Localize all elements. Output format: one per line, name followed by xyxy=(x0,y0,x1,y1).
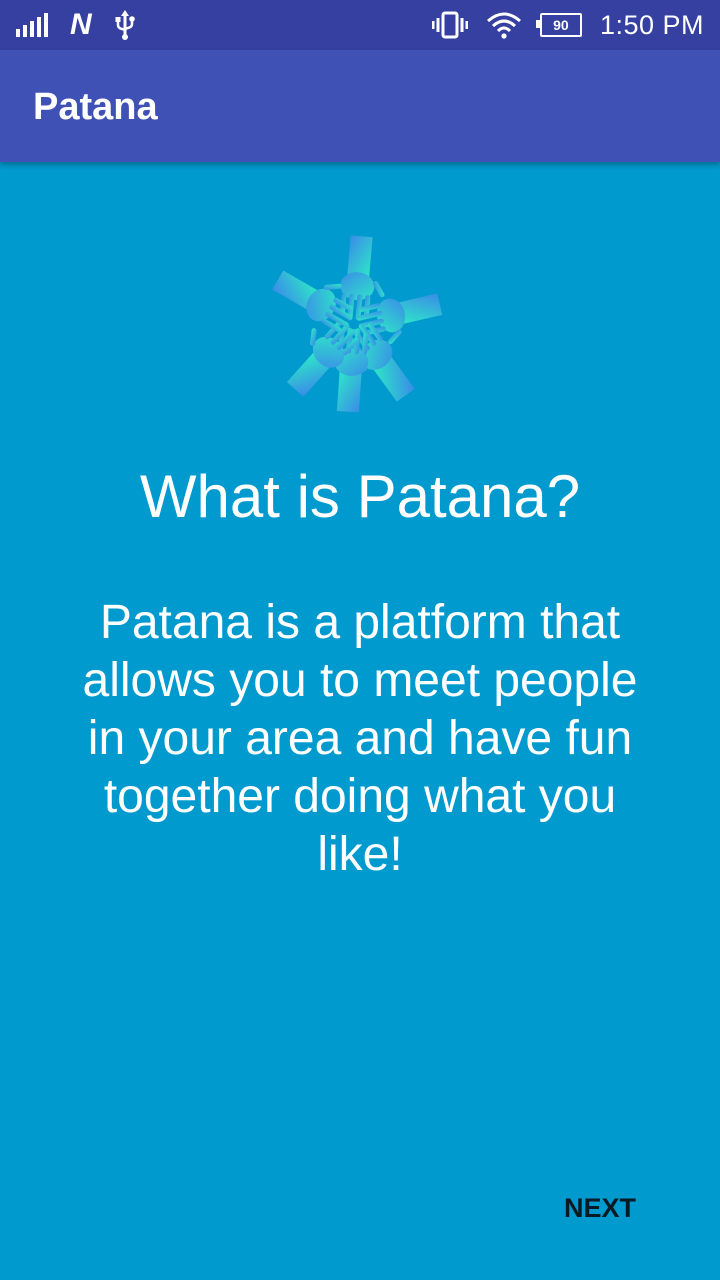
status-bar-right: 90 1:50 PM xyxy=(431,8,704,42)
usb-icon xyxy=(115,10,135,40)
status-time: 1:50 PM xyxy=(599,9,704,40)
status-bar: N 90 1:50 PM xyxy=(0,0,720,50)
battery-icon: 90 xyxy=(535,13,582,37)
signal-icon xyxy=(16,13,48,37)
network-icon: N xyxy=(70,8,92,41)
hands-circle-icon xyxy=(269,234,447,413)
vibrate-icon xyxy=(431,11,468,39)
app-title: Patana xyxy=(33,86,158,128)
app-bar: Patana xyxy=(0,50,720,162)
onboarding-description: Patana is a platform that allows you to … xyxy=(82,596,638,881)
next-button[interactable]: NEXT xyxy=(540,1178,660,1238)
status-bar-left: N xyxy=(16,8,136,42)
wifi-icon xyxy=(486,12,521,39)
onboarding-heading: What is Patana? xyxy=(139,463,581,530)
